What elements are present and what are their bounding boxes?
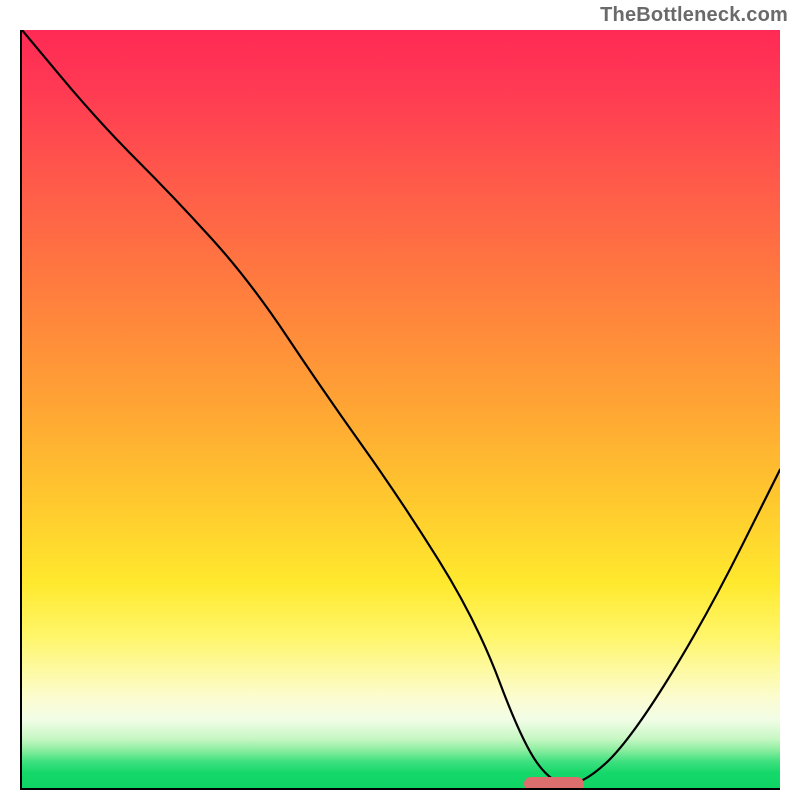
bottleneck-curve: [22, 30, 780, 784]
plot-area: [20, 30, 780, 790]
watermark-text: TheBottleneck.com: [600, 4, 788, 27]
curve-layer: [22, 30, 780, 788]
optimal-marker: [524, 777, 585, 790]
chart-frame: TheBottleneck.com: [0, 0, 800, 800]
